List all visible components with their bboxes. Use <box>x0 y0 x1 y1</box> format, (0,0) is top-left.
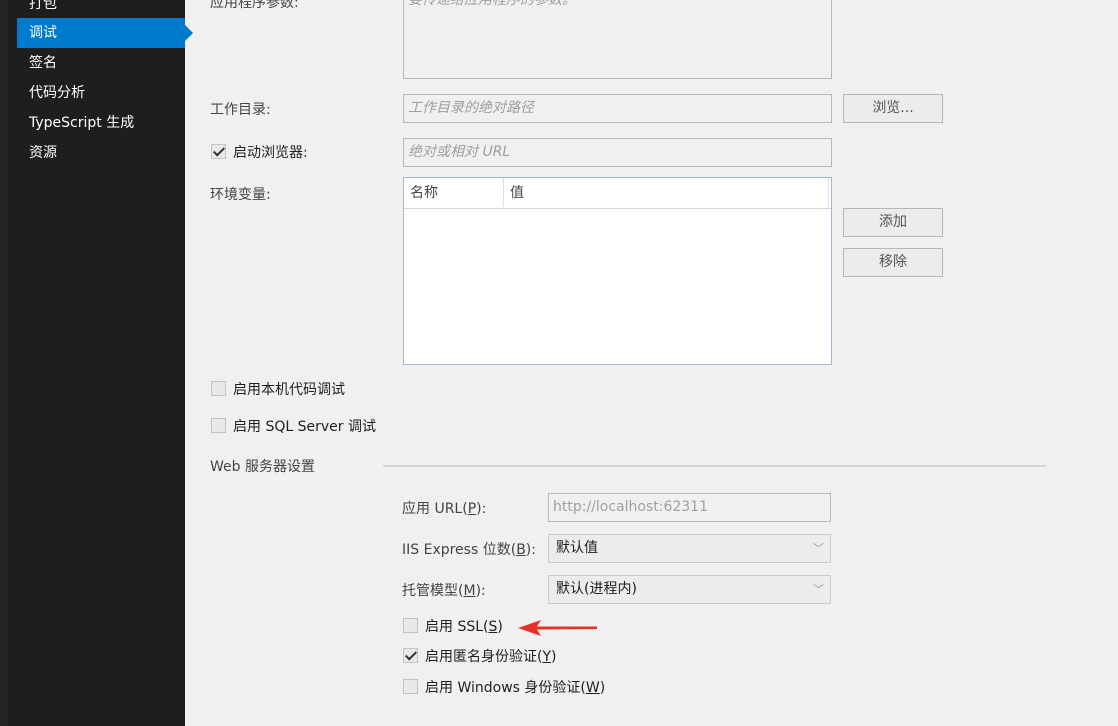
native-debug-checkbox[interactable] <box>211 381 226 396</box>
env-column-value[interactable]: 值 <box>504 178 829 207</box>
env-vars-label: 环境变量: <box>210 187 271 203</box>
app-args-input[interactable]: 要传递给应用程序的参数。 <box>403 0 832 79</box>
windows-auth-checkbox[interactable] <box>403 679 418 694</box>
sql-debug-checkbox[interactable] <box>211 418 226 433</box>
chevron-down-icon: ﹀ <box>813 583 824 596</box>
sidebar-item-code-analysis[interactable]: 代码分析 <box>17 78 185 108</box>
anonymous-auth-label: 启用匿名身份验证(Y) <box>425 649 557 665</box>
section-divider <box>383 465 1046 467</box>
sidebar-item-debug[interactable]: 调试 <box>17 18 193 48</box>
sidebar-item-package[interactable]: 打包 <box>17 0 185 19</box>
sidebar: 打包 调试 签名 代码分析 TypeScript 生成 资源 <box>8 0 193 726</box>
hosting-model-select[interactable]: 默认(进程内) ﹀ <box>548 575 831 604</box>
env-column-name[interactable]: 名称 <box>404 178 504 207</box>
chevron-down-icon: ﹀ <box>813 542 824 555</box>
enable-ssl-label: 启用 SSL(S) <box>425 619 503 635</box>
launch-browser-url-input[interactable]: 绝对或相对 URL <box>403 138 832 167</box>
hosting-model-label: 托管模型(M): <box>402 583 486 599</box>
add-env-button[interactable]: 添加 <box>843 208 943 237</box>
left-edge-strip <box>0 0 8 726</box>
env-table-header: 名称 值 <box>404 178 831 209</box>
enable-ssl-checkbox[interactable] <box>403 618 418 633</box>
native-debug-label: 启用本机代码调试 <box>233 382 345 398</box>
workdir-label: 工作目录: <box>210 102 271 118</box>
red-arrow-icon <box>518 620 597 636</box>
sidebar-item-typescript-build[interactable]: TypeScript 生成 <box>17 108 185 138</box>
anonymous-auth-checkbox[interactable] <box>403 648 418 663</box>
windows-auth-label: 启用 Windows 身份验证(W) <box>425 680 606 696</box>
web-server-section-title: Web 服务器设置 <box>210 459 315 475</box>
env-vars-table[interactable]: 名称 值 <box>403 177 832 365</box>
sidebar-item-resources[interactable]: 资源 <box>17 138 185 168</box>
remove-env-button[interactable]: 移除 <box>843 248 943 277</box>
iis-bitness-label: IIS Express 位数(B): <box>402 542 536 558</box>
iis-bitness-select[interactable]: 默认值 ﹀ <box>548 534 831 563</box>
browse-button[interactable]: 浏览... <box>843 94 943 123</box>
workdir-input[interactable]: 工作目录的绝对路径 <box>403 94 832 123</box>
sidebar-item-signing[interactable]: 签名 <box>17 48 185 78</box>
launch-browser-checkbox[interactable] <box>211 144 226 159</box>
app-url-input[interactable]: http://localhost:62311 <box>548 493 831 522</box>
launch-browser-label: 启动浏览器: <box>233 145 308 161</box>
app-url-label: 应用 URL(P): <box>402 501 487 517</box>
app-args-label: 应用程序参数: <box>210 0 299 11</box>
sql-debug-label: 启用 SQL Server 调试 <box>233 419 376 435</box>
